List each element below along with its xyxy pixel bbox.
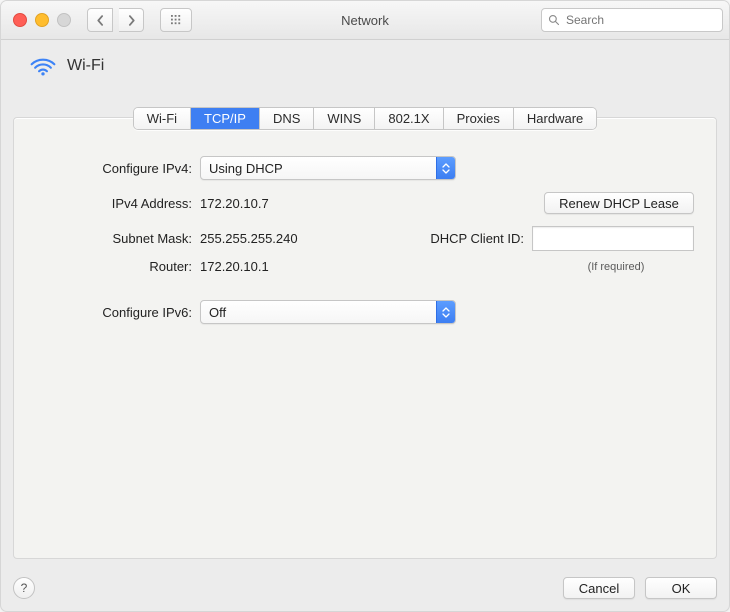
minimize-window-button[interactable] [35,13,49,27]
settings-panel: Wi-FiTCP/IPDNSWINS802.1XProxiesHardware … [13,117,717,559]
ipv4-address-value: 172.20.10.7 [200,196,269,211]
tab-tcp-ip[interactable]: TCP/IP [191,108,260,129]
service-name: Wi-Fi [67,57,104,75]
nav-back-forward [87,8,144,32]
network-preferences-window: Network Wi-Fi Wi-FiTCP/IPDNSWINS802.1XPr… [0,0,730,612]
subnet-mask-label: Subnet Mask: [36,231,200,246]
zoom-window-button [57,13,71,27]
footer: ? Cancel OK [13,577,717,599]
tab-proxies[interactable]: Proxies [444,108,514,129]
search-input[interactable] [564,12,723,28]
body: Wi-Fi Wi-FiTCP/IPDNSWINS802.1XProxiesHar… [1,39,729,611]
configure-ipv6-select[interactable]: Off [200,300,456,324]
tcpip-form: Configure IPv4: Using DHCP IPv4 Address:… [14,130,716,324]
back-button[interactable] [87,8,113,32]
dhcp-client-id-label: DHCP Client ID: [430,231,532,246]
tab-wins[interactable]: WINS [314,108,375,129]
configure-ipv4-select[interactable]: Using DHCP [200,156,456,180]
router-value: 172.20.10.1 [200,259,269,274]
configure-ipv6-value: Off [201,305,436,320]
ok-button[interactable]: OK [645,577,717,599]
chevron-right-icon [126,15,137,26]
titlebar: Network [1,1,729,40]
dhcp-client-id-input[interactable] [532,226,694,251]
tab-dns[interactable]: DNS [260,108,314,129]
grid-icon [171,15,182,26]
close-window-button[interactable] [13,13,27,27]
configure-ipv6-label: Configure IPv6: [36,305,200,320]
tab-hardware[interactable]: Hardware [514,108,596,129]
tab-wi-fi[interactable]: Wi-Fi [134,108,191,129]
select-caret-icon [436,157,455,179]
chevron-left-icon [95,15,106,26]
configure-ipv4-value: Using DHCP [201,161,436,176]
subnet-mask-value: 255.255.255.240 [200,231,298,246]
ipv4-address-label: IPv4 Address: [36,196,200,211]
show-all-button[interactable] [160,8,192,32]
search-icon [548,14,560,26]
router-label: Router: [36,259,200,274]
select-caret-icon [436,301,455,323]
forward-button[interactable] [119,8,144,32]
tab-802-1x[interactable]: 802.1X [375,108,443,129]
dhcp-client-id-hint: (If required) [538,261,694,273]
service-header: Wi-Fi [13,49,717,87]
help-button[interactable]: ? [13,577,35,599]
tabs: Wi-FiTCP/IPDNSWINS802.1XProxiesHardware [14,107,716,130]
cancel-button[interactable]: Cancel [563,577,635,599]
wifi-icon [29,55,57,77]
configure-ipv4-label: Configure IPv4: [36,161,200,176]
window-controls [13,13,71,27]
renew-dhcp-lease-button[interactable]: Renew DHCP Lease [544,192,694,214]
search-field[interactable] [541,8,723,32]
